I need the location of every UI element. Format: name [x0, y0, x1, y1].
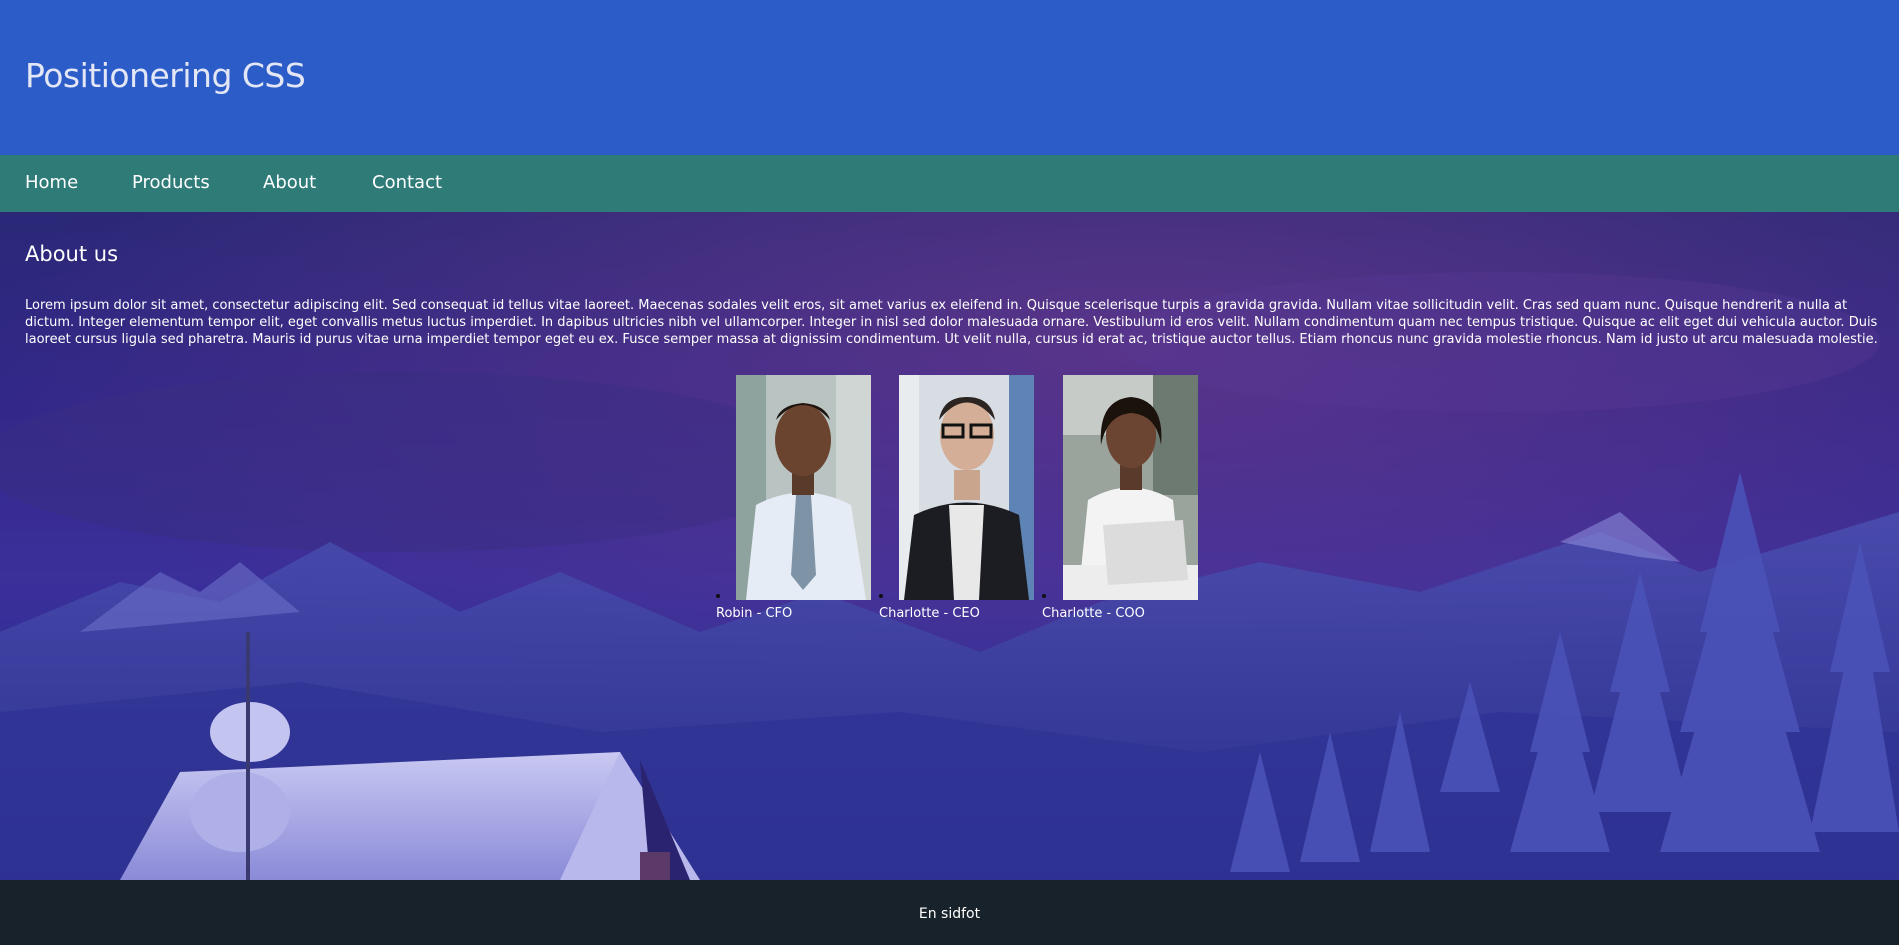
main-content: About us Lorem ipsum dolor sit amet, con… [0, 212, 1899, 880]
site-header: Positionering CSS [0, 0, 1899, 155]
charlotte-ceo-photo [899, 375, 1034, 600]
nav-about-link[interactable]: About [263, 172, 316, 193]
site-title: Positionering CSS [25, 56, 306, 95]
about-paragraph: Lorem ipsum dolor sit amet, consectetur … [25, 298, 1878, 347]
charlotte-coo-photo [1063, 375, 1198, 600]
list-bullet [879, 594, 883, 598]
list-bullet [1042, 594, 1046, 598]
about-heading: About us [25, 242, 119, 266]
nav-contact-link[interactable]: Contact [372, 172, 442, 193]
main-nav: Home Products About Contact [0, 155, 1899, 212]
team-member-caption: Charlotte - CEO [879, 606, 980, 621]
footer-text: En sidfot [918, 906, 981, 922]
list-bullet [716, 594, 720, 598]
nav-home-link[interactable]: Home [25, 172, 78, 193]
team-member-caption: Robin - CFO [716, 606, 793, 621]
nav-products-link[interactable]: Products [132, 172, 210, 193]
robin-cfo-photo [736, 375, 871, 600]
team-member-caption: Charlotte - COO [1042, 606, 1145, 621]
site-footer: En sidfot [0, 880, 1899, 945]
